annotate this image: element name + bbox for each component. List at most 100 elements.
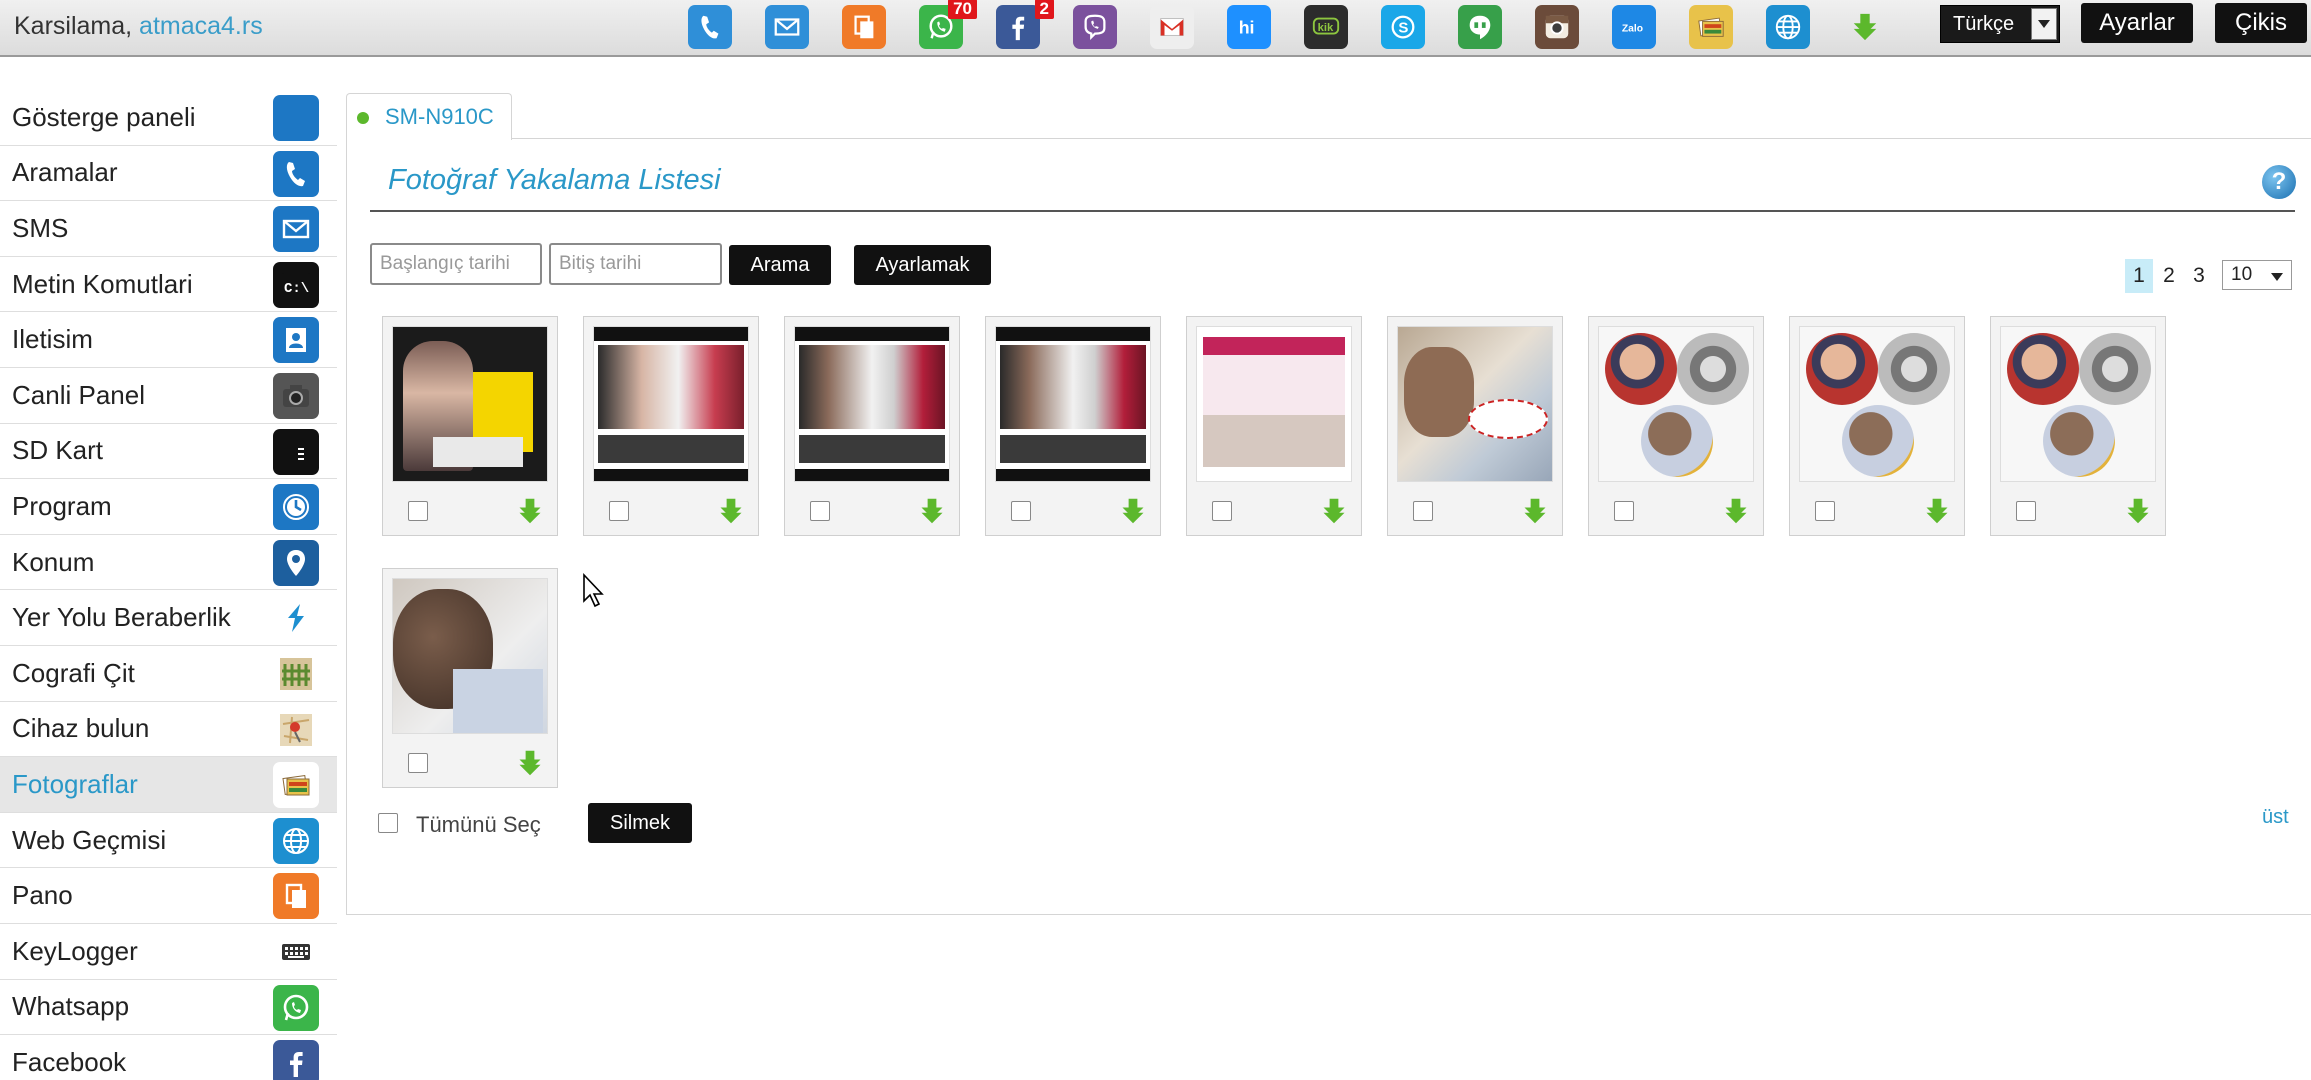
keyboard-icon: [273, 928, 319, 975]
sidebar-item-label: Canli Panel: [12, 379, 145, 410]
download-icon[interactable]: [516, 497, 544, 525]
top-app-skype-icon[interactable]: S: [1381, 5, 1425, 49]
title-divider: [370, 210, 2295, 212]
top-app-download-icon[interactable]: [1843, 5, 1887, 49]
top-app-whatsapp-icon[interactable]: 70: [919, 0, 977, 49]
photo-thumbnail[interactable]: [1397, 326, 1553, 482]
photo-thumbnail[interactable]: [1799, 326, 1955, 482]
top-app-kik-icon[interactable]: kik: [1304, 5, 1348, 49]
language-select[interactable]: Türkçe: [1940, 5, 2060, 43]
download-icon[interactable]: [717, 497, 745, 525]
search-button[interactable]: Arama: [729, 245, 831, 285]
photo-checkbox[interactable]: [1614, 501, 1634, 521]
sidebar-item-metin-komutlari[interactable]: Metin Komutlari C:\: [0, 256, 337, 313]
select-all-label: Tümünü Seç: [416, 812, 541, 837]
download-icon[interactable]: [918, 497, 946, 525]
welcome-text: Karsilama, atmaca4.rs: [14, 12, 263, 41]
download-icon[interactable]: [1923, 497, 1951, 525]
photo-card: [382, 568, 558, 788]
settings-button[interactable]: Ayarlar: [2081, 3, 2193, 43]
start-date-input[interactable]: [370, 243, 542, 285]
pagination: 123: [2125, 259, 2215, 293]
photo-checkbox[interactable]: [408, 753, 428, 773]
sidebar-item-konum[interactable]: Konum: [0, 534, 337, 591]
photo-thumbnail[interactable]: [593, 326, 749, 482]
fence-icon: [273, 650, 319, 697]
sidebar-item-canli-panel[interactable]: Canli Panel: [0, 367, 337, 424]
top-app-phone-icon[interactable]: [688, 5, 732, 49]
page-link[interactable]: 1: [2125, 259, 2153, 293]
top-app-globe-icon[interactable]: [1766, 5, 1810, 49]
photo-checkbox[interactable]: [810, 501, 830, 521]
back-to-top-link[interactable]: üst: [2262, 806, 2289, 829]
photo-thumbnail[interactable]: [2000, 326, 2156, 482]
sidebar-item-aramalar[interactable]: Aramalar: [0, 145, 337, 202]
per-page-select[interactable]: 10: [2222, 260, 2292, 290]
sidebar-item-keylogger[interactable]: KeyLogger: [0, 923, 337, 980]
top-app-instagram-icon[interactable]: [1535, 5, 1579, 49]
photo-checkbox[interactable]: [1815, 501, 1835, 521]
svg-text:Zalo: Zalo: [1622, 24, 1643, 35]
download-icon[interactable]: [1521, 497, 1549, 525]
sidebar-item-label: Yer Yolu Beraberlik: [12, 602, 231, 633]
adjust-button[interactable]: Ayarlamak: [854, 245, 991, 285]
sidebar-item-pano[interactable]: Pano: [0, 868, 337, 924]
photo-checkbox[interactable]: [408, 501, 428, 521]
top-app-clipboard-icon[interactable]: [842, 5, 886, 49]
sidebar-item-facebook[interactable]: Facebook: [0, 1035, 337, 1080]
top-app-hangouts-icon[interactable]: [1458, 5, 1502, 49]
delete-button[interactable]: Silmek: [588, 803, 692, 843]
page-link[interactable]: 2: [2155, 259, 2183, 293]
sdcard-icon: [273, 428, 319, 475]
svg-text:S: S: [1398, 20, 1408, 37]
sidebar-item-g-sterge-paneli[interactable]: Gösterge paneli: [0, 90, 337, 146]
photo-checkbox[interactable]: [1011, 501, 1031, 521]
logout-button[interactable]: Çikis: [2215, 3, 2307, 43]
photo-checkbox[interactable]: [2016, 501, 2036, 521]
select-all-checkbox[interactable]: [378, 813, 398, 833]
photo-thumbnail[interactable]: [1598, 326, 1754, 482]
top-app-gmail-icon[interactable]: [1150, 5, 1194, 49]
download-icon[interactable]: [2124, 497, 2152, 525]
help-icon[interactable]: ?: [2262, 165, 2296, 199]
top-app-photos-icon[interactable]: [1689, 5, 1733, 49]
top-app-facebook-icon[interactable]: 2: [996, 0, 1054, 49]
sidebar-item-program[interactable]: Program: [0, 479, 337, 535]
photo-card: [382, 316, 558, 536]
download-icon[interactable]: [516, 749, 544, 777]
download-icon[interactable]: [1320, 497, 1348, 525]
sidebar-item-iletisim[interactable]: Iletisim: [0, 312, 337, 368]
sidebar-item-yer-yolu-beraberlik[interactable]: Yer Yolu Beraberlik: [0, 590, 337, 646]
sidebar-item-whatsapp[interactable]: Whatsapp: [0, 979, 337, 1036]
top-app-zalo-icon[interactable]: Zalo: [1612, 5, 1656, 49]
sidebar-item-web-ge-misi[interactable]: Web Geçmisi: [0, 812, 337, 869]
photo-checkbox[interactable]: [1413, 501, 1433, 521]
mouse-cursor-icon: [583, 573, 604, 608]
sidebar-item-cihaz-bulun[interactable]: Cihaz bulun: [0, 701, 337, 758]
photo-checkbox[interactable]: [1212, 501, 1232, 521]
photo-thumbnail[interactable]: [392, 578, 548, 734]
clipboard-icon: [273, 873, 319, 920]
top-app-mail-icon[interactable]: [765, 5, 809, 49]
photo-thumbnail[interactable]: [392, 326, 548, 482]
end-date-input[interactable]: [549, 243, 722, 285]
photo-thumbnail[interactable]: [794, 326, 950, 482]
sidebar-item-fotograflar[interactable]: Fotograflar: [0, 757, 337, 813]
photo-thumbnail[interactable]: [1196, 326, 1352, 482]
chevron-down-icon[interactable]: [2031, 8, 2057, 40]
photo-thumbnail[interactable]: [995, 326, 1151, 482]
sidebar-item-sd-kart[interactable]: SD Kart: [0, 423, 337, 480]
top-app-viber-icon[interactable]: [1073, 5, 1117, 49]
username-link[interactable]: atmaca4.rs: [139, 12, 263, 40]
page-link[interactable]: 3: [2185, 259, 2213, 293]
sidebar-item-cografi-it[interactable]: Cografi Çit: [0, 645, 337, 702]
download-icon[interactable]: [1722, 497, 1750, 525]
top-app-hike-icon[interactable]: hi: [1227, 5, 1271, 49]
sidebar-item-label: Iletisim: [12, 324, 93, 355]
tab-device[interactable]: SM-N910C: [346, 93, 512, 140]
photo-checkbox[interactable]: [609, 501, 629, 521]
photos-icon: [273, 762, 319, 809]
download-icon[interactable]: [1119, 497, 1147, 525]
sidebar-item-label: SD Kart: [12, 435, 104, 466]
sidebar-item-sms[interactable]: SMS: [0, 201, 337, 257]
